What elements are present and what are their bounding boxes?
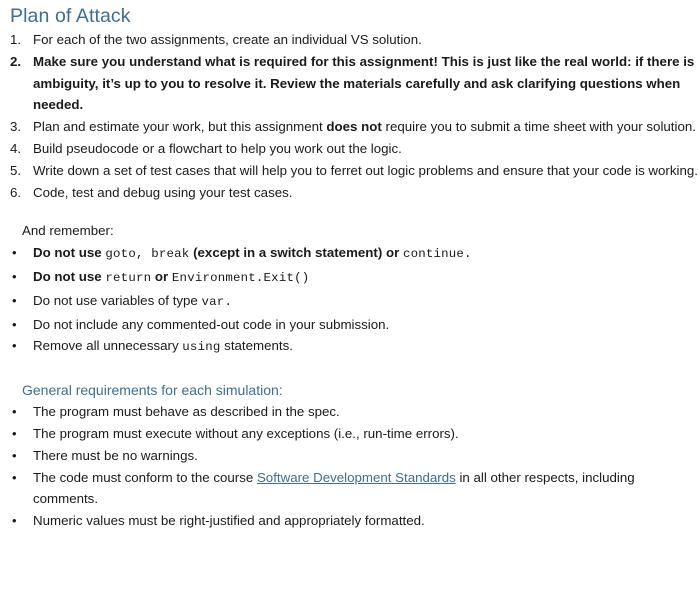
list-item: • Do not use return or Environment.Exit() bbox=[0, 266, 700, 290]
list-item: • Numeric values must be right-justified … bbox=[0, 510, 700, 532]
code-span: return bbox=[105, 270, 152, 285]
list-item: 6. Code, test and debug using your test c… bbox=[0, 182, 700, 204]
list-marker: 5. bbox=[10, 162, 22, 178]
bullet-icon: • bbox=[12, 338, 17, 354]
text-run: require you to submit a time sheet with … bbox=[381, 119, 696, 135]
list-marker: 6. bbox=[10, 184, 22, 200]
bullet-icon: • bbox=[12, 268, 17, 284]
bullet-icon: • bbox=[12, 513, 17, 529]
remember-rules-list: • Do not use goto, break (except in a swi… bbox=[0, 242, 700, 359]
list-item: • There must be no warnings. bbox=[0, 445, 700, 467]
general-requirements-section: General requirements for each simulation… bbox=[0, 380, 700, 401]
general-requirements-heading: General requirements for each simulation… bbox=[22, 382, 283, 399]
bullet-icon: • bbox=[12, 245, 17, 261]
list-item: 5. Write down a set of test cases that wi… bbox=[0, 160, 700, 182]
code-span: Environment.Exit() bbox=[171, 270, 310, 285]
text-run: Build pseudocode or a flowchart to help … bbox=[33, 140, 402, 156]
bullet-icon: • bbox=[12, 425, 17, 441]
list-item: 3. Plan and estimate your work, but this … bbox=[0, 116, 700, 138]
bold-text: does not bbox=[326, 119, 382, 135]
bullet-icon: • bbox=[12, 447, 17, 463]
code-span: var. bbox=[201, 294, 233, 309]
text-run: Numeric values must be right-justified a… bbox=[33, 513, 425, 529]
list-marker: 3. bbox=[10, 119, 22, 135]
text-run: Remove all unnecessary bbox=[33, 338, 183, 354]
bold-text: Do not use bbox=[33, 268, 106, 284]
bold-text: (except in a switch statement) bbox=[189, 245, 383, 261]
list-item: 1. For each of the two assignments, creat… bbox=[0, 29, 700, 51]
list-item: 2. Make sure you understand what is requi… bbox=[0, 51, 700, 116]
software-development-standards-link[interactable]: Software Development Standards bbox=[257, 470, 456, 485]
list-item: 4. Build pseudocode or a flowchart to hel… bbox=[0, 138, 700, 160]
bold-text: Do not use bbox=[33, 245, 106, 261]
list-item: • The program must behave as described in… bbox=[0, 401, 700, 423]
bold-text: Make sure you understand what is require… bbox=[33, 53, 438, 69]
and-remember-label: And remember: bbox=[22, 223, 114, 239]
bold-text: or bbox=[151, 268, 172, 284]
plan-of-attack-list: 1. For each of the two assignments, creat… bbox=[0, 29, 700, 203]
list-item: • Do not include any commented-out code i… bbox=[0, 314, 700, 336]
text-run: Plan and estimate your work, but this as… bbox=[33, 119, 327, 135]
text-run: Code, test and debug using your test cas… bbox=[33, 184, 293, 200]
general-requirements-list: • The program must behave as described in… bbox=[0, 401, 700, 532]
text-run: The program must execute without any exc… bbox=[33, 425, 459, 441]
text-run: Write down a set of test cases that will… bbox=[33, 162, 698, 178]
bullet-icon: • bbox=[12, 404, 17, 420]
text-run: Do not use variables of type bbox=[33, 292, 202, 308]
text-run: The code must conform to the course bbox=[33, 469, 257, 485]
bullet-icon: • bbox=[12, 469, 17, 485]
code-span: goto, break bbox=[105, 247, 190, 262]
list-item: • The code must conform to the course Sof… bbox=[0, 467, 700, 511]
text-run: There must be no warnings. bbox=[33, 447, 198, 463]
code-span: continue. bbox=[402, 247, 472, 262]
list-item: • The program must execute without any ex… bbox=[0, 423, 700, 445]
list-marker: 4. bbox=[10, 140, 22, 156]
list-marker: 1. bbox=[10, 32, 22, 47]
page-title: Plan of Attack bbox=[10, 5, 131, 27]
list-marker: 2. bbox=[10, 53, 22, 69]
document-page: Plan of Attack 1. For each of the two ass… bbox=[0, 0, 700, 595]
list-item: • Do not use goto, break (except in a swi… bbox=[0, 242, 700, 266]
bullet-icon: • bbox=[12, 292, 17, 308]
text-run: The program must behave as described in … bbox=[33, 404, 340, 420]
list-item: • Do not use variables of type var. bbox=[0, 290, 700, 314]
text-run: For each of the two assignments, create … bbox=[33, 32, 422, 47]
list-item: • Remove all unnecessary using statements… bbox=[0, 335, 700, 359]
text-run: Do not include any commented-out code in… bbox=[33, 316, 390, 332]
code-span: using bbox=[182, 340, 221, 355]
bold-text: or bbox=[382, 245, 403, 261]
bullet-icon: • bbox=[12, 316, 17, 332]
text-run: statements. bbox=[220, 338, 293, 354]
